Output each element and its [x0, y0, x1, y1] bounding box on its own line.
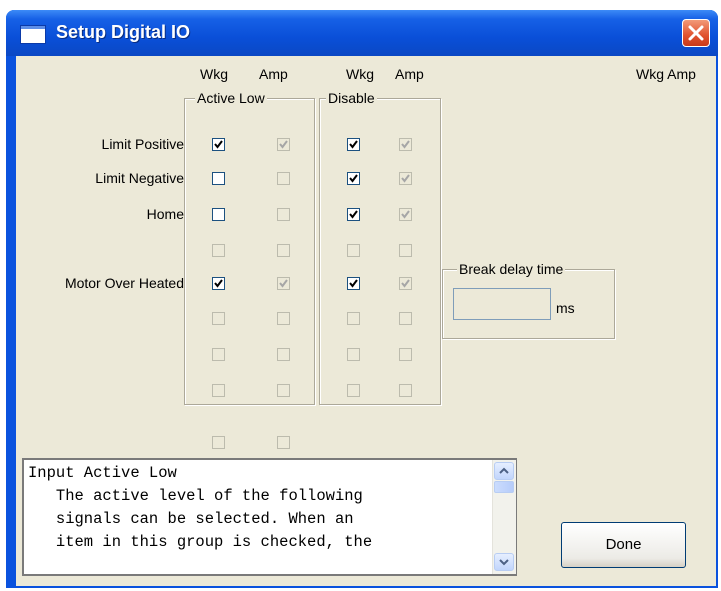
- disable-wkg-checkbox[interactable]: [347, 208, 360, 221]
- scroll-down-button[interactable]: [494, 553, 514, 571]
- disable-wkg-checkbox[interactable]: [347, 312, 360, 325]
- dialog-client-area: Wkg Amp Wkg Amp Wkg Amp Active Low Disab…: [16, 56, 716, 586]
- active-low-wkg-checkbox[interactable]: [212, 312, 225, 325]
- active-low-amp-checkbox[interactable]: [277, 244, 290, 257]
- active-low-group-caption: Active Low: [195, 90, 267, 106]
- active-low-amp-checkbox[interactable]: [277, 172, 290, 185]
- active-low-amp-checkbox[interactable]: [277, 138, 290, 151]
- scroll-thumb[interactable]: [494, 481, 514, 493]
- disable-group: [319, 98, 441, 405]
- check-icon: [401, 140, 410, 149]
- done-button[interactable]: Done: [561, 522, 686, 568]
- check-icon: [349, 140, 358, 149]
- active-low-wkg-checkbox[interactable]: [212, 244, 225, 257]
- break-delay-input[interactable]: [453, 288, 551, 320]
- active-low-wkg-header: Wkg: [200, 66, 228, 82]
- active-low-amp-checkbox[interactable]: [277, 384, 290, 397]
- row-label: Limit Positive: [101, 136, 184, 152]
- disable-wkg-header: Wkg: [346, 66, 374, 82]
- disable-amp-checkbox[interactable]: [399, 208, 412, 221]
- disable-amp-checkbox[interactable]: [399, 244, 412, 257]
- help-text: Input Active Low The active level of the…: [28, 464, 373, 551]
- right-wkg-amp-header: Wkg Amp: [636, 66, 696, 82]
- disable-wkg-checkbox[interactable]: [347, 348, 360, 361]
- active-low-wkg-checkbox[interactable]: [212, 384, 225, 397]
- row-label: Motor Over Heated: [64, 275, 184, 291]
- active-low-group: [184, 98, 315, 405]
- disable-wkg-checkbox[interactable]: [347, 138, 360, 151]
- active-low-wkg-checkbox[interactable]: [212, 138, 225, 151]
- close-icon: [688, 25, 704, 41]
- disable-amp-header: Amp: [395, 66, 424, 82]
- active-low-amp-checkbox[interactable]: [277, 312, 290, 325]
- extra-amp-checkbox[interactable]: [277, 436, 290, 449]
- scroll-up-icon: [499, 467, 509, 474]
- active-low-wkg-checkbox[interactable]: [212, 348, 225, 361]
- disable-amp-checkbox[interactable]: [399, 277, 412, 290]
- check-icon: [349, 174, 358, 183]
- disable-amp-checkbox[interactable]: [399, 312, 412, 325]
- dialog-window: Setup Digital IO Wkg Amp Wkg Amp Wkg Amp…: [6, 10, 718, 588]
- check-icon: [401, 279, 410, 288]
- disable-amp-checkbox[interactable]: [399, 172, 412, 185]
- title-bar[interactable]: Setup Digital IO: [6, 10, 718, 56]
- disable-group-caption: Disable: [326, 90, 377, 106]
- check-icon: [279, 279, 288, 288]
- active-low-amp-checkbox[interactable]: [277, 348, 290, 361]
- active-low-amp-checkbox[interactable]: [277, 277, 290, 290]
- scroll-down-icon: [499, 559, 509, 566]
- check-icon: [401, 210, 410, 219]
- help-scrollbar[interactable]: [492, 460, 516, 574]
- scroll-up-button[interactable]: [494, 462, 514, 480]
- row-label: Home: [146, 206, 184, 222]
- disable-amp-checkbox[interactable]: [399, 384, 412, 397]
- row-label: Limit Negative: [95, 170, 184, 186]
- help-textbox[interactable]: Input Active Low The active level of the…: [22, 458, 517, 576]
- break-delay-unit: ms: [556, 300, 575, 316]
- check-icon: [214, 140, 223, 149]
- close-button[interactable]: [682, 19, 710, 47]
- disable-wkg-checkbox[interactable]: [347, 384, 360, 397]
- check-icon: [214, 279, 223, 288]
- check-icon: [279, 140, 288, 149]
- check-icon: [349, 210, 358, 219]
- disable-amp-checkbox[interactable]: [399, 138, 412, 151]
- disable-wkg-checkbox[interactable]: [347, 172, 360, 185]
- disable-wkg-checkbox[interactable]: [347, 244, 360, 257]
- check-icon: [401, 174, 410, 183]
- disable-amp-checkbox[interactable]: [399, 348, 412, 361]
- extra-wkg-checkbox[interactable]: [212, 436, 225, 449]
- active-low-wkg-checkbox[interactable]: [212, 208, 225, 221]
- break-delay-group-caption: Break delay time: [457, 261, 566, 277]
- active-low-wkg-checkbox[interactable]: [212, 172, 225, 185]
- active-low-wkg-checkbox[interactable]: [212, 277, 225, 290]
- window-title: Setup Digital IO: [56, 22, 191, 42]
- disable-wkg-checkbox[interactable]: [347, 277, 360, 290]
- active-low-amp-header: Amp: [259, 66, 288, 82]
- window-icon: [20, 25, 46, 44]
- check-icon: [349, 279, 358, 288]
- active-low-amp-checkbox[interactable]: [277, 208, 290, 221]
